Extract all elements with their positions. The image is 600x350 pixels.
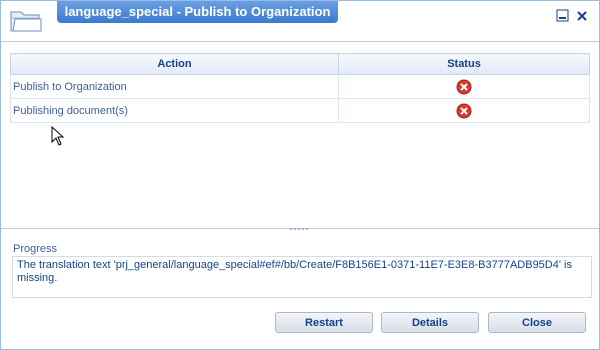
progress-message: The translation text 'prj_general/langua… [12, 256, 592, 298]
publish-dialog: language_special - Publish to Organizati… [0, 0, 600, 350]
minimize-icon[interactable] [556, 9, 570, 23]
table-row[interactable]: Publishing document(s) [10, 98, 590, 123]
status-cell [338, 98, 590, 123]
column-header-status[interactable]: Status [338, 53, 590, 75]
window-title: language_special - Publish to Organizati… [57, 1, 338, 23]
title-divider [1, 41, 599, 42]
close-button[interactable]: Close [488, 312, 586, 333]
close-icon[interactable] [575, 9, 589, 23]
column-header-action[interactable]: Action [10, 53, 339, 75]
results-table: Action Status Publish to Organization Pu… [10, 53, 590, 123]
action-cell: Publishing document(s) [10, 98, 339, 123]
mouse-cursor-icon [51, 126, 65, 146]
restart-button[interactable]: Restart [275, 312, 373, 333]
error-icon [456, 103, 472, 118]
action-cell: Publish to Organization [10, 74, 339, 99]
title-bar: language_special - Publish to Organizati… [1, 1, 599, 32]
splitter-grip-icon[interactable] [288, 227, 312, 231]
status-cell [338, 74, 590, 99]
table-row[interactable]: Publish to Organization [10, 74, 590, 99]
error-icon [456, 79, 472, 94]
details-button[interactable]: Details [381, 312, 479, 333]
progress-label: Progress [13, 243, 58, 255]
folder-icon [10, 11, 42, 32]
table-header-row: Action Status [10, 53, 590, 75]
